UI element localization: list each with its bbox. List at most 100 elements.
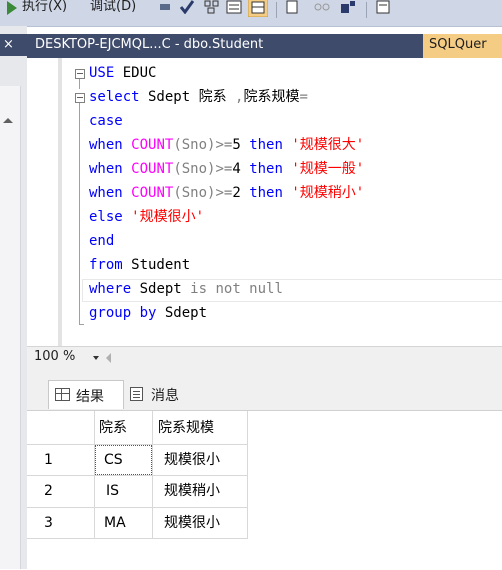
- result-tabs: 结果 消息: [27, 370, 502, 410]
- code-token: '规模很小': [122, 209, 205, 225]
- execute-button[interactable]: 执行(X): [22, 0, 67, 14]
- code-token: when: [89, 161, 123, 177]
- column-header-dept[interactable]: 院系: [99, 413, 127, 444]
- client-stats-icon[interactable]: [376, 0, 390, 14]
- zoom-value: 100 %: [34, 349, 76, 364]
- query-options-icon[interactable]: [204, 0, 220, 14]
- code-line[interactable]: where Sdept is not null: [89, 277, 283, 301]
- results-to-text-icon[interactable]: [226, 0, 242, 14]
- code-line[interactable]: USE EDUC: [89, 61, 156, 85]
- close-icon[interactable]: ×: [0, 34, 27, 56]
- code-line[interactable]: case: [89, 109, 123, 133]
- code-line[interactable]: else '规模很小': [89, 205, 204, 229]
- display-plan-icon[interactable]: [314, 0, 330, 14]
- code-token: then: [249, 185, 283, 201]
- chevron-down-icon[interactable]: [93, 356, 99, 360]
- fold-collapse-icon[interactable]: [75, 93, 85, 103]
- tab-messages[interactable]: 消息: [124, 380, 204, 408]
- code-token: COUNT: [131, 185, 174, 201]
- code-token: select: [89, 89, 140, 105]
- results-grid[interactable]: 院系 院系规模 1 CS 规模很小 2 IS 规模稍小 3 MA 规模很小: [27, 410, 502, 570]
- code-token: >=: [215, 137, 233, 153]
- cell-dept-size[interactable]: 规模很小: [164, 508, 220, 539]
- code-token: '规模很大': [282, 137, 365, 153]
- sql-editor[interactable]: USE EDUC select Sdept 院系 ,院系规模= case when C…: [27, 58, 502, 346]
- tab-student-table[interactable]: DESKTOP-EJCMQL...C - dbo.Student: [35, 37, 263, 52]
- results-to-file-icon[interactable]: [286, 0, 298, 14]
- row-number: 2: [44, 483, 53, 499]
- code-token: when: [89, 137, 123, 153]
- cell-dept-size[interactable]: 规模很小: [164, 445, 220, 476]
- code-token: =: [299, 89, 308, 105]
- code-token: when: [89, 185, 123, 201]
- code-line[interactable]: select Sdept 院系 ,院系规模=: [89, 85, 308, 109]
- code-token: COUNT: [131, 161, 174, 177]
- code-token: Sdept: [156, 305, 208, 321]
- include-plan-icon[interactable]: [340, 0, 356, 14]
- toolbar: 执行(X) 调试(D): [0, 0, 502, 27]
- cell-dept-size[interactable]: 规模稍小: [164, 476, 220, 507]
- code-line[interactable]: when COUNT(Sno)>=2 then '规模稍小': [89, 181, 364, 205]
- code-token: 2: [232, 185, 250, 201]
- code-token: end: [89, 233, 115, 249]
- parse-check-icon[interactable]: [180, 0, 194, 14]
- tab-sql-query[interactable]: SQLQuer: [423, 34, 502, 58]
- code-token: USE: [89, 65, 115, 81]
- code-token: case: [89, 113, 123, 129]
- code-token: 4: [232, 161, 250, 177]
- object-explorer-strip: ×: [0, 26, 27, 569]
- tab-sql-query-label: SQLQuer: [429, 37, 487, 52]
- gutter-margin: [58, 58, 62, 346]
- editor-gutter: [27, 58, 70, 346]
- code-token: '规模稍小': [282, 185, 365, 201]
- column-header-dept-size[interactable]: 院系规模: [158, 413, 214, 444]
- code-token: Sdept 院系: [139, 89, 236, 105]
- code-token: '规模一般': [282, 161, 365, 177]
- tab-messages-label: 消息: [151, 388, 179, 404]
- fold-line: [79, 103, 80, 324]
- stop-icon[interactable]: [160, 4, 170, 10]
- debug-button[interactable]: 调试(D): [90, 0, 136, 14]
- code-token: (Sno): [173, 137, 216, 153]
- code-token: Sdept: [131, 281, 191, 297]
- toolbar-separator: [366, 2, 367, 18]
- code-token: then: [249, 161, 283, 177]
- code-line[interactable]: when COUNT(Sno)>=4 then '规模一般': [89, 157, 364, 181]
- scroll-left-icon[interactable]: [106, 353, 111, 363]
- row-number: 1: [44, 452, 53, 468]
- execute-icon[interactable]: [6, 1, 18, 15]
- toolbar-separator: [276, 2, 277, 18]
- tab-results[interactable]: 结果: [48, 380, 124, 409]
- code-token: is not null: [190, 281, 283, 297]
- message-icon: [130, 387, 143, 401]
- row-number: 3: [44, 515, 53, 531]
- code-line[interactable]: when COUNT(Sno)>=5 then '规模很大': [89, 133, 364, 157]
- results-to-grid-icon[interactable]: [248, 0, 268, 17]
- cell-dept[interactable]: IS: [106, 476, 119, 507]
- document-tab-strip: DESKTOP-EJCMQL...C - dbo.Student SQLQuer: [27, 34, 502, 58]
- fold-line-end: [79, 324, 84, 325]
- grid-icon: [55, 388, 70, 401]
- code-line[interactable]: group by Sdept: [89, 301, 207, 325]
- code-token: >=: [215, 185, 233, 201]
- code-token: (Sno): [173, 185, 216, 201]
- fold-collapse-icon[interactable]: [75, 69, 85, 79]
- cell-dept[interactable]: CS: [104, 445, 123, 476]
- code-token: Student: [122, 257, 191, 273]
- code-token: from: [89, 257, 123, 273]
- code-token: >=: [215, 161, 233, 177]
- code-line[interactable]: end: [89, 229, 114, 253]
- zoom-select[interactable]: 100 %: [32, 349, 112, 367]
- editor-status-bar: 100 %: [27, 346, 502, 371]
- tab-results-label: 结果: [76, 389, 104, 405]
- code-line[interactable]: from Student: [89, 253, 190, 277]
- code-token: (Sno): [173, 161, 216, 177]
- code-token: EDUC: [114, 65, 157, 81]
- code-token: group by: [89, 305, 157, 321]
- cell-dept[interactable]: MA: [104, 508, 126, 539]
- code-token: 院系规模: [243, 89, 300, 105]
- scroll-up-icon[interactable]: [3, 118, 13, 123]
